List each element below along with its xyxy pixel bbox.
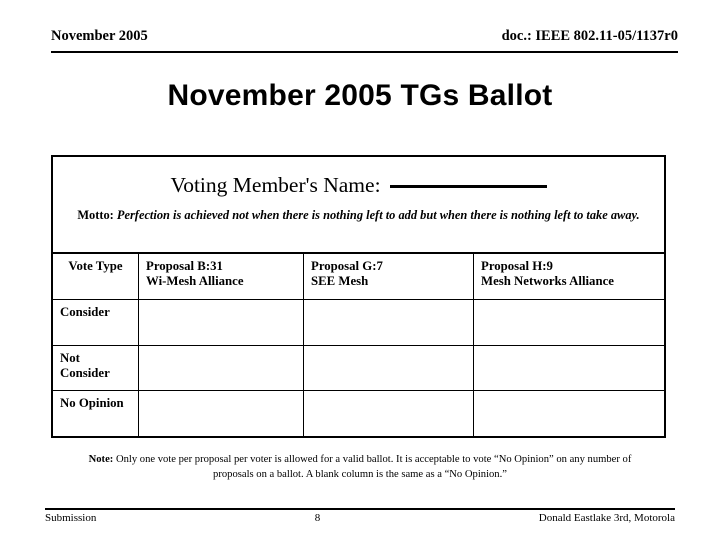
vote-cell-no-opinion-proposal-b[interactable] [139,391,304,436]
column-header-proposal-b-id: Proposal B:31 [146,259,223,273]
row-label-not-consider-line2: Consider [60,365,110,380]
footer-submission-label: Submission [45,512,97,524]
vote-cell-not-consider-proposal-b[interactable] [139,345,304,391]
column-header-vote-type: Vote Type [53,254,139,299]
column-header-proposal-g-name: SEE Mesh [311,274,369,288]
column-header-proposal-b-name: Wi-Mesh Alliance [146,274,244,288]
slide-header-row: November 2005 doc.: IEEE 802.11-05/1137r… [51,28,678,45]
vote-cell-not-consider-proposal-g[interactable] [304,345,474,391]
vote-grid: Vote Type Proposal B:31 Wi-Mesh Alliance… [53,254,664,436]
table-row: Consider [53,299,664,345]
ballot-header-banner: Voting Member's Name: Motto: Perfection … [53,157,664,254]
ballot-table: Voting Member's Name: Motto: Perfection … [51,155,666,438]
row-label-not-consider-line1: Not [60,350,80,365]
ballot-note: Note: Only one vote per proposal per vot… [72,453,648,482]
header-divider [51,51,678,53]
column-header-proposal-h-id: Proposal H:9 [481,259,553,273]
row-label-not-consider: Not Consider [53,345,139,391]
header-doc-number: doc.: IEEE 802.11-05/1137r0 [501,28,678,44]
row-label-no-opinion: No Opinion [53,391,139,436]
voting-member-name-label: Voting Member's Name: [170,173,381,197]
footer-page-number: 8 [314,512,321,524]
column-header-vote-type-label: Vote Type [68,259,123,273]
vote-cell-no-opinion-proposal-g[interactable] [304,391,474,436]
column-header-proposal-h: Proposal H:9 Mesh Networks Alliance [474,254,664,299]
header-date: November 2005 [51,28,148,44]
motto-row: Motto: Perfection is achieved not when t… [71,207,646,223]
footer-author: Donald Eastlake 3rd, Motorola [538,512,675,524]
row-label-no-opinion-line1: No Opinion [60,396,124,411]
motto-text: Perfection is achieved not when there is… [116,208,640,222]
column-header-proposal-h-name: Mesh Networks Alliance [481,274,614,288]
vote-cell-consider-proposal-b[interactable] [139,300,304,345]
motto-label: Motto: [77,208,114,222]
column-header-proposal-g-id: Proposal G:7 [311,259,383,273]
page-title: November 2005 TGs Ballot [167,79,553,112]
vote-cell-not-consider-proposal-h[interactable] [474,346,664,391]
column-header-proposal-b: Proposal B:31 Wi-Mesh Alliance [139,254,304,299]
ballot-note-label: Note: [88,454,114,465]
ballot-note-text: Only one vote per proposal per voter is … [115,454,632,480]
vote-cell-consider-proposal-g[interactable] [304,300,474,345]
footer-divider [45,508,675,510]
row-label-consider: Consider [53,300,139,345]
row-label-consider-line1: Consider [60,305,110,319]
table-row: No Opinion [53,390,664,436]
voting-member-name-input[interactable] [389,185,547,188]
vote-cell-consider-proposal-h[interactable] [474,300,664,345]
slide-footer: Submission 8 Donald Eastlake 3rd, Motoro… [45,511,675,527]
table-header-row: Vote Type Proposal B:31 Wi-Mesh Alliance… [53,254,664,299]
vote-cell-no-opinion-proposal-h[interactable] [474,391,664,436]
voting-member-name-row: Voting Member's Name: [53,172,664,198]
column-header-proposal-g: Proposal G:7 SEE Mesh [304,254,474,299]
table-row: Not Consider [53,344,664,391]
